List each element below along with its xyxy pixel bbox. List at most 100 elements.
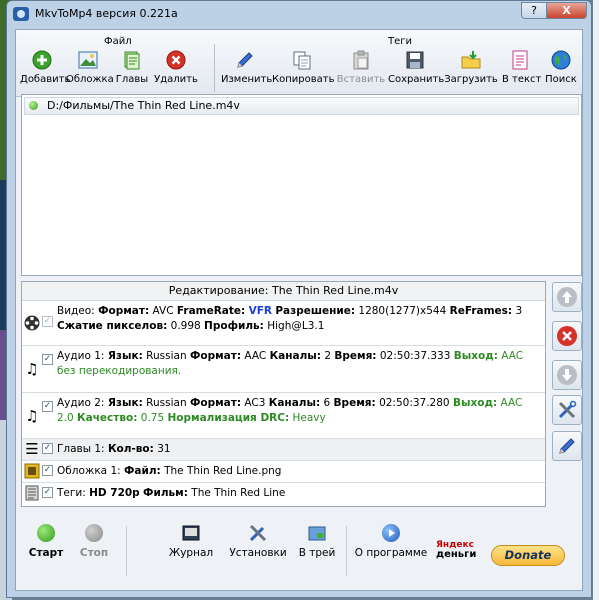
search-button[interactable]: Поиск	[544, 50, 578, 92]
wrench-screwdriver-icon	[557, 400, 577, 420]
edit-label: Изменить	[221, 74, 273, 85]
copy-button[interactable]: Копировать	[272, 50, 335, 92]
audio2-track-checkbox[interactable]: ✓	[42, 401, 53, 412]
stop-label: Стоп	[79, 547, 109, 559]
video-track-checkbox[interactable]: ✓	[42, 316, 53, 327]
file-path: D:/Фильмы/The Thin Red Line.m4v	[47, 99, 240, 112]
journal-icon	[182, 524, 200, 542]
app-icon	[13, 7, 29, 21]
add-button[interactable]: Добавить	[20, 50, 71, 92]
chapters-icon	[122, 50, 142, 70]
bottom-separator	[346, 526, 347, 576]
image-icon	[24, 463, 40, 479]
audio1-track-info: Аудио 1: Язык: Russian Формат: AAC Канал…	[57, 350, 524, 377]
search-label: Поиск	[545, 74, 577, 85]
tags-row[interactable]: ✓ Теги: HD 720p Фильм: The Thin Red Line	[22, 483, 545, 504]
cover-checkbox[interactable]: ✓	[42, 465, 53, 476]
chapters-button[interactable]: Главы	[112, 50, 152, 92]
tools-button[interactable]	[552, 395, 582, 425]
start-icon	[37, 524, 55, 542]
donate-button[interactable]: Donate	[491, 545, 565, 566]
save-button[interactable]: Сохранить	[388, 50, 445, 92]
audio1-track-checkbox[interactable]: ✓	[42, 354, 53, 365]
chapters-row[interactable]: ☰ ✓ Главы 1: Кол-во: 31	[22, 439, 545, 461]
client-area: Файл Теги Добавить Обложка Главы Удалить…	[15, 29, 583, 591]
tray-icon	[308, 524, 326, 542]
about-label: О программе	[354, 547, 428, 559]
chapters-label: Главы	[115, 74, 149, 85]
cover-button[interactable]: Обложка	[66, 50, 114, 92]
edit-panel: Редактирование: The Thin Red Line.m4v ✓ …	[21, 281, 546, 507]
edit-button[interactable]: Изменить	[221, 50, 273, 92]
pencil-icon	[235, 50, 255, 70]
globe-search-icon	[551, 50, 571, 70]
add-label: Добавить	[20, 74, 71, 85]
copy-icon	[292, 50, 312, 70]
title-bar[interactable]: MkvToMp4 версия 0.221a ? X	[7, 1, 591, 27]
close-button[interactable]: X	[546, 2, 587, 19]
paste-label: Вставить	[336, 74, 386, 85]
settings-button[interactable]: Установки	[228, 524, 288, 559]
desktop-background-right	[593, 0, 599, 600]
arrow-down-icon	[557, 365, 577, 385]
film-reel-icon	[24, 315, 40, 331]
stop-button[interactable]: Стоп	[74, 524, 114, 559]
video-track-row[interactable]: ✓ Видео: Формат: AVC FrameRate: VFR Разр…	[22, 301, 545, 346]
start-button[interactable]: Старт	[26, 524, 66, 559]
audio2-track-row[interactable]: ♫ ✓ Аудио 2: Язык: Russian Формат: AC3 К…	[22, 393, 545, 439]
delete-button[interactable]: Удалить	[154, 50, 198, 92]
pencil-icon	[557, 436, 577, 456]
about-button[interactable]: О программе	[354, 524, 428, 559]
bottom-separator	[126, 526, 127, 576]
delete-icon	[557, 326, 577, 346]
arrow-up-icon	[557, 287, 577, 307]
load-button[interactable]: Загрузить	[444, 50, 498, 92]
cover-label: Обложка	[66, 74, 114, 85]
clipboard-icon	[351, 50, 371, 70]
bottom-bar: Старт Стоп Журнал Установки В трей О про…	[16, 516, 582, 590]
load-label: Загрузить	[444, 74, 498, 85]
edit-track-button[interactable]	[552, 431, 582, 461]
video-track-info: Видео: Формат: AVC FrameRate: VFR Разреш…	[57, 305, 523, 332]
yandex-money-logo[interactable]: Яндекс деньги	[436, 540, 476, 560]
remove-track-button[interactable]	[552, 321, 582, 351]
audio2-track-info: Аудио 2: Язык: Russian Формат: AC3 Канал…	[57, 397, 523, 424]
delete-label: Удалить	[154, 74, 198, 85]
file-group-title: Файл	[104, 36, 132, 47]
wrench-screwdriver-icon	[249, 524, 267, 542]
copy-label: Копировать	[272, 74, 335, 85]
file-list-item[interactable]: D:/Фильмы/The Thin Red Line.m4v	[24, 97, 579, 115]
cover-row[interactable]: ✓ Обложка 1: Файл: The Thin Red Line.png	[22, 461, 545, 483]
document-icon	[510, 50, 530, 70]
app-window: MkvToMp4 версия 0.221a ? X Файл Теги Доб…	[6, 0, 592, 598]
toolbar: Файл Теги Добавить Обложка Главы Удалить…	[16, 30, 582, 97]
journal-label: Журнал	[168, 547, 214, 559]
move-down-button[interactable]	[552, 360, 582, 390]
audio1-track-row[interactable]: ♫ ✓ Аудио 1: Язык: Russian Формат: AAC К…	[22, 346, 545, 393]
folder-arrow-icon	[461, 50, 481, 70]
help-button[interactable]: ?	[521, 2, 547, 19]
file-list[interactable]: D:/Фильмы/The Thin Red Line.m4v	[21, 94, 582, 276]
start-label: Старт	[28, 547, 64, 559]
tray-button[interactable]: В трей	[296, 524, 338, 559]
tags-info: Теги: HD 720p Фильм: The Thin Red Line	[57, 487, 286, 499]
journal-button[interactable]: Журнал	[168, 524, 214, 559]
music-note-icon: ♫	[25, 407, 39, 425]
toolbar-separator	[214, 44, 215, 92]
picture-icon	[78, 50, 98, 70]
edit-panel-header: Редактирование: The Thin Red Line.m4v	[22, 282, 545, 301]
tags-checkbox[interactable]: ✓	[42, 487, 53, 498]
stop-icon	[85, 524, 103, 542]
to-text-button[interactable]: В текст	[502, 50, 541, 92]
save-label: Сохранить	[388, 74, 445, 85]
list-icon: ☰	[25, 440, 39, 458]
save-icon	[405, 50, 425, 70]
play-icon	[382, 524, 400, 542]
tags-group-title: Теги	[388, 36, 413, 47]
tag-document-icon	[24, 485, 40, 501]
status-ok-icon	[29, 101, 38, 110]
chapters-checkbox[interactable]: ✓	[42, 443, 53, 454]
music-note-icon: ♫	[25, 360, 39, 378]
paste-button[interactable]: Вставить	[336, 50, 386, 92]
move-up-button[interactable]	[552, 282, 582, 312]
